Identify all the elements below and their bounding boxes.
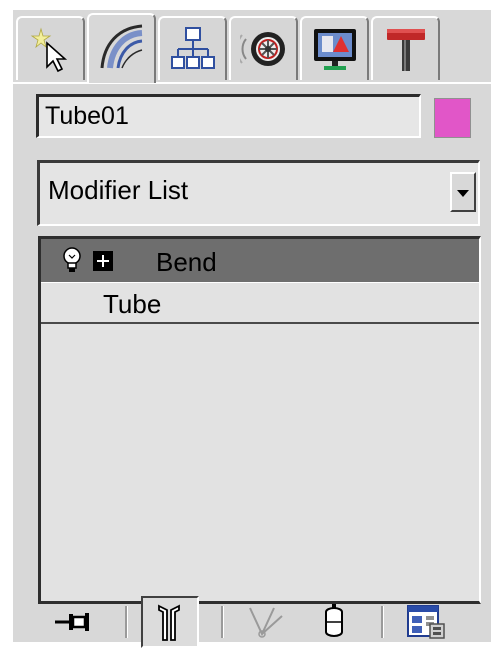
modifier-stack-list[interactable]: Bend Tube (38, 236, 481, 604)
stack-item-label: Bend (156, 247, 217, 277)
show-end-result-button[interactable] (141, 596, 199, 648)
tab-display[interactable] (300, 16, 369, 80)
configure-modifier-sets-icon (407, 605, 445, 639)
modifier-list-dropdown[interactable]: Modifier List (37, 160, 480, 226)
hierarchy-tree-icon (171, 27, 215, 69)
configure-modifier-sets-button[interactable] (404, 600, 448, 644)
tab-hierarchy[interactable] (158, 16, 227, 80)
create-cursor-star-icon (30, 27, 68, 73)
display-monitor-icon (314, 29, 356, 70)
make-unique-button[interactable] (246, 600, 290, 644)
tab-strip-divider (13, 82, 491, 84)
expand-plus-icon[interactable] (93, 251, 113, 271)
stack-item-bend[interactable]: Bend (41, 239, 479, 283)
motion-wheel-icon (240, 32, 285, 66)
toolbar-separator (221, 606, 224, 638)
toolbar-separator (125, 606, 128, 638)
remove-modifier-button[interactable] (312, 600, 356, 644)
toolbar-separator (381, 606, 384, 638)
dropdown-arrow-button[interactable] (450, 172, 476, 212)
tab-create[interactable] (16, 16, 85, 80)
pin-stack-button[interactable] (53, 600, 97, 644)
remove-modifier-icon (325, 604, 343, 637)
tab-utilities[interactable] (371, 16, 440, 80)
show-end-result-icon (158, 604, 180, 641)
utilities-hammer-icon (387, 29, 425, 71)
stack-item-label: Tube (103, 289, 162, 319)
pin-stack-icon (55, 613, 89, 631)
object-color-swatch[interactable] (434, 98, 471, 138)
stack-item-tube[interactable]: Tube (41, 284, 479, 324)
chevron-down-icon (457, 190, 469, 197)
command-panel: Tube01 Modifier List Bend Tube (13, 10, 491, 648)
tab-modify[interactable] (87, 13, 156, 83)
modify-arc-icon (100, 24, 143, 69)
object-name-field[interactable]: Tube01 (36, 94, 421, 138)
modifier-list-label: Modifier List (48, 175, 189, 205)
make-unique-icon (249, 607, 283, 638)
tab-motion[interactable] (229, 16, 298, 80)
light-bulb-icon[interactable] (62, 247, 82, 275)
